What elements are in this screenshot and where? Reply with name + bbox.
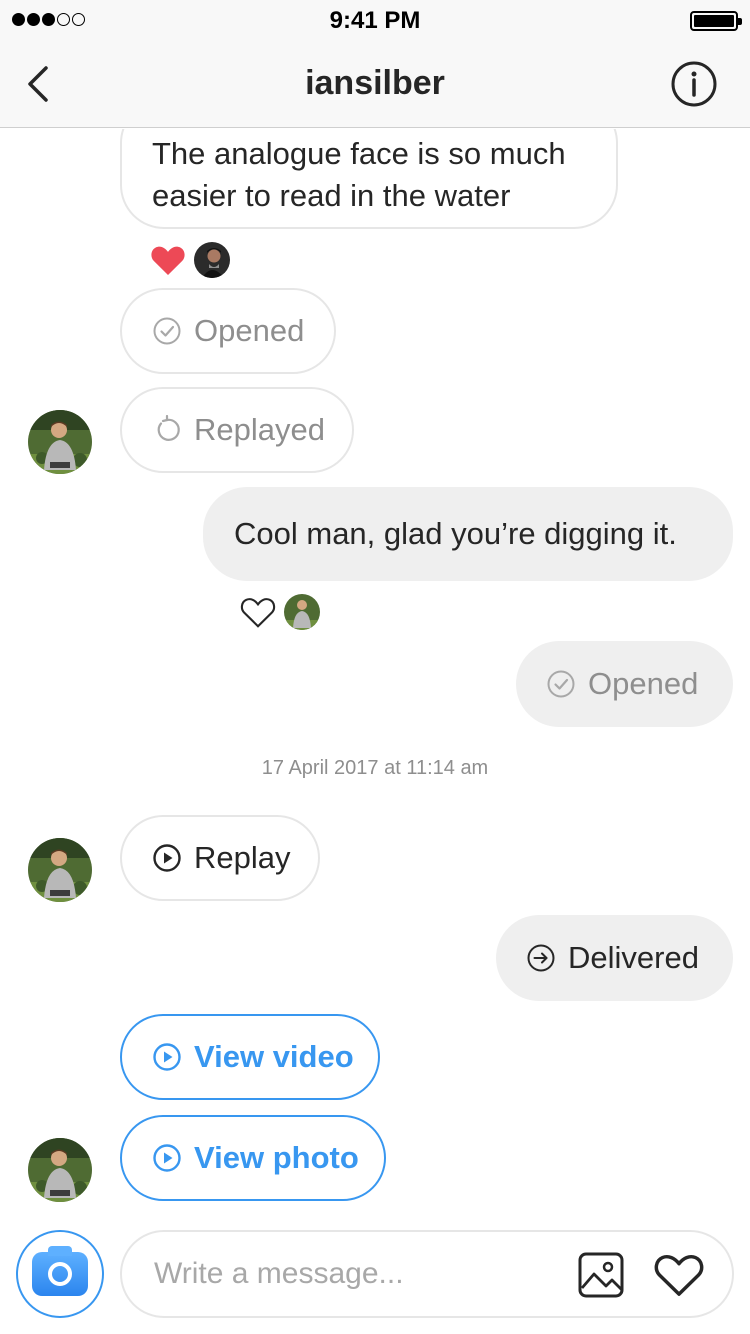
- check-circle-icon: [153, 317, 181, 345]
- replayed-status-bubble[interactable]: Replayed: [120, 387, 354, 473]
- heart-outline-icon[interactable]: [240, 595, 276, 629]
- status-label: Delivered: [568, 940, 699, 975]
- replay-button[interactable]: Replay: [120, 815, 320, 901]
- replay-label: Replay: [194, 840, 291, 875]
- avatar[interactable]: [28, 838, 92, 902]
- battery-icon: [690, 11, 742, 31]
- heart-reaction-icon: [151, 246, 185, 275]
- message-thread[interactable]: The analogue face is so much easier to r…: [0, 129, 750, 1216]
- status-bar: 9:41 PM: [0, 0, 750, 40]
- avatar[interactable]: [28, 410, 92, 474]
- view-video-label: View video: [194, 1039, 354, 1074]
- message-field: [120, 1230, 734, 1318]
- check-circle-icon: [547, 670, 575, 698]
- camera-button[interactable]: [16, 1230, 104, 1318]
- opened-status-bubble[interactable]: Opened: [516, 641, 733, 727]
- play-icon: [153, 1144, 181, 1172]
- avatar: [194, 242, 230, 278]
- status-label: Opened: [194, 313, 305, 348]
- status-label: Replayed: [194, 412, 325, 447]
- view-photo-label: View photo: [194, 1140, 359, 1175]
- message-text: The analogue face is so much easier to r…: [152, 136, 566, 213]
- page-title[interactable]: iansilber: [0, 64, 750, 103]
- play-icon: [153, 844, 181, 872]
- view-video-button[interactable]: View video: [120, 1014, 380, 1100]
- message-input[interactable]: [154, 1232, 554, 1316]
- outgoing-message-bubble[interactable]: Cool man, glad you’re digging it.: [203, 487, 733, 581]
- play-icon: [153, 1043, 181, 1071]
- view-photo-button[interactable]: View photo: [120, 1115, 386, 1201]
- message-composer: [0, 1216, 750, 1334]
- navigation-bar: iansilber: [0, 40, 750, 128]
- arrow-circle-icon: [527, 944, 555, 972]
- heart-icon[interactable]: [654, 1252, 704, 1298]
- gallery-icon[interactable]: [578, 1252, 624, 1298]
- info-icon[interactable]: [670, 60, 718, 108]
- timestamp: 17 April 2017 at 11:14 am: [261, 757, 489, 779]
- avatar[interactable]: [28, 1138, 92, 1202]
- status-time: 9:41 PM: [329, 7, 421, 34]
- delivered-status-bubble[interactable]: Delivered: [496, 915, 733, 1001]
- avatar: [284, 594, 320, 630]
- status-label: Opened: [588, 666, 699, 701]
- replay-icon: [157, 415, 180, 441]
- incoming-message-bubble[interactable]: The analogue face is so much easier to r…: [120, 129, 618, 229]
- opened-status-bubble[interactable]: Opened: [120, 288, 336, 374]
- camera-icon: [32, 1246, 88, 1296]
- message-text: Cool man, glad you’re digging it.: [234, 516, 677, 551]
